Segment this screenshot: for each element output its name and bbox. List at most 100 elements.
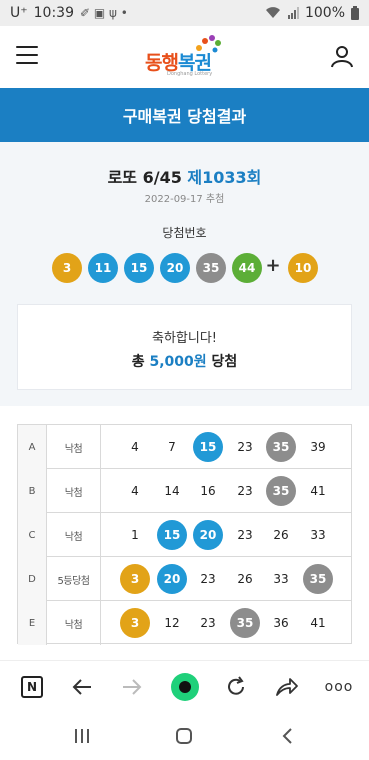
recents-button[interactable] xyxy=(70,724,94,748)
ticket-number-hit: 15 xyxy=(193,432,223,462)
system-nav-bar xyxy=(0,712,369,760)
winning-ball: 20 xyxy=(160,253,190,283)
prize-amount: 5,000원 xyxy=(149,354,207,370)
table-row: A 낙첨 4 7 15 23 35 39 xyxy=(18,425,351,469)
table-row: E 낙첨 3 12 23 35 36 41 xyxy=(18,601,351,645)
ticket-number: 16 xyxy=(200,484,216,498)
battery-percent: 100% xyxy=(304,5,345,21)
ticket-number: 12 xyxy=(164,616,180,630)
ticket-result-table: A 낙첨 4 7 15 23 35 39 B 낙첨 4 14 16 23 35 … xyxy=(17,424,352,645)
ticket-number: 23 xyxy=(200,616,216,630)
clock: 10:39 xyxy=(33,5,74,21)
ticket-number: 23 xyxy=(237,440,253,454)
prize-summary: 총 5,000원 당첨 xyxy=(131,354,238,370)
ticket-number: 1 xyxy=(131,528,139,542)
share-icon xyxy=(276,678,298,696)
menu-icon[interactable] xyxy=(16,46,38,64)
share-button[interactable] xyxy=(273,673,301,701)
draw-round: 제1033회 xyxy=(187,168,262,187)
ticket-number: 4 xyxy=(131,484,139,498)
recents-icon xyxy=(75,729,89,743)
back-button[interactable] xyxy=(68,673,96,701)
wifi-icon xyxy=(265,7,280,19)
game-label: B xyxy=(18,469,47,513)
game-result: 낙첨 xyxy=(47,469,101,513)
draw-title: 로또 6/45 제1033회 xyxy=(0,164,369,188)
game-label: E xyxy=(18,601,47,645)
reload-button[interactable] xyxy=(222,673,250,701)
ticket-number-hit: 35 xyxy=(303,564,333,594)
game-label: C xyxy=(18,513,47,557)
ticket-number: 7 xyxy=(168,440,176,454)
congrats-message: 축하합니다! xyxy=(151,331,217,346)
ticket-number: 41 xyxy=(310,484,326,498)
ticket-number-hit: 3 xyxy=(120,564,150,594)
battery-icon xyxy=(351,6,359,20)
more-menu-button[interactable]: ooo xyxy=(324,673,354,701)
ticket-number-hit: 3 xyxy=(120,608,150,638)
ticket-number: 14 xyxy=(164,484,180,498)
reload-icon xyxy=(228,676,244,695)
ticket-number: 33 xyxy=(273,572,289,586)
browser-toolbar: N ooo xyxy=(0,660,369,712)
carrier-label: U⁺ xyxy=(10,5,28,21)
winning-ball: 3 xyxy=(52,253,82,283)
game-result: 낙첨 xyxy=(47,513,101,557)
arrow-right-icon xyxy=(123,679,142,695)
ticket-number: 36 xyxy=(273,616,289,630)
winning-ball: 11 xyxy=(88,253,118,283)
bonus-plus-sign: + xyxy=(265,255,281,276)
game-result: 낙첨 xyxy=(47,601,101,645)
notification-icons: ✐ ▣ ψ • xyxy=(80,6,128,20)
chevron-left-icon xyxy=(282,728,292,744)
green-dot-icon xyxy=(171,673,199,701)
winning-numbers: 3 11 15 20 35 44 + 10 xyxy=(52,253,322,283)
ticket-number: 33 xyxy=(310,528,326,542)
congrats-box: 축하합니다! 총 5,000원 당첨 xyxy=(17,304,352,390)
winning-ball: 15 xyxy=(124,253,154,283)
ticket-number: 41 xyxy=(310,616,326,630)
table-row: B 낙첨 4 14 16 23 35 41 xyxy=(18,469,351,513)
green-dot-button[interactable] xyxy=(171,673,199,701)
back-nav-button[interactable] xyxy=(276,724,300,748)
page-title: 구매복권 당첨결과 xyxy=(0,88,369,142)
ticket-number-hit: 15 xyxy=(157,520,187,550)
ticket-number: 26 xyxy=(273,528,289,542)
ticket-number: 23 xyxy=(237,528,253,542)
ticket-number-hit: 35 xyxy=(266,476,296,506)
table-row: C 낙첨 1 15 20 23 26 33 xyxy=(18,513,351,557)
game-result: 5등당첨 xyxy=(47,557,101,601)
ticket-number-hit: 35 xyxy=(266,432,296,462)
draw-result-section: 로또 6/45 제1033회 2022-09-17 추첨 당첨번호 3 11 1… xyxy=(0,142,369,406)
logo-subtitle: Donghang Lottery xyxy=(167,71,213,77)
naver-home-button[interactable]: N xyxy=(18,673,46,701)
ticket-number: 23 xyxy=(237,484,253,498)
ticket-number: 23 xyxy=(200,572,216,586)
winning-ball: 44 xyxy=(232,253,262,283)
draw-date: 2022-09-17 추첨 xyxy=(144,194,225,205)
winning-ball: 35 xyxy=(196,253,226,283)
winning-numbers-label: 당첨번호 xyxy=(162,226,207,240)
ticket-number: 26 xyxy=(237,572,253,586)
status-bar: U⁺ 10:39 ✐ ▣ ψ • 100% xyxy=(0,0,369,26)
ticket-number-hit: 35 xyxy=(230,608,260,638)
home-button[interactable] xyxy=(172,724,196,748)
naver-n-icon: N xyxy=(21,676,43,698)
table-row: D 5등당첨 3 20 23 26 33 35 xyxy=(18,557,351,601)
arrow-left-icon xyxy=(72,679,91,695)
dhlottery-logo[interactable]: 동행복권 Donghang Lottery xyxy=(145,35,227,80)
signal-icon xyxy=(287,7,299,19)
ticket-number: 4 xyxy=(131,440,139,454)
game-label: D xyxy=(18,557,47,601)
home-icon xyxy=(176,728,192,744)
game-label: A xyxy=(18,425,47,469)
more-icon: ooo xyxy=(324,679,354,695)
game-name: 로또 6/45 xyxy=(107,168,182,187)
forward-button[interactable] xyxy=(118,673,146,701)
ticket-number-hit: 20 xyxy=(193,520,223,550)
app-header: 동행복권 Donghang Lottery xyxy=(0,26,369,88)
ticket-number-hit: 20 xyxy=(157,564,187,594)
bonus-ball: 10 xyxy=(288,253,318,283)
user-icon[interactable] xyxy=(330,44,354,68)
ticket-number: 39 xyxy=(310,440,326,454)
